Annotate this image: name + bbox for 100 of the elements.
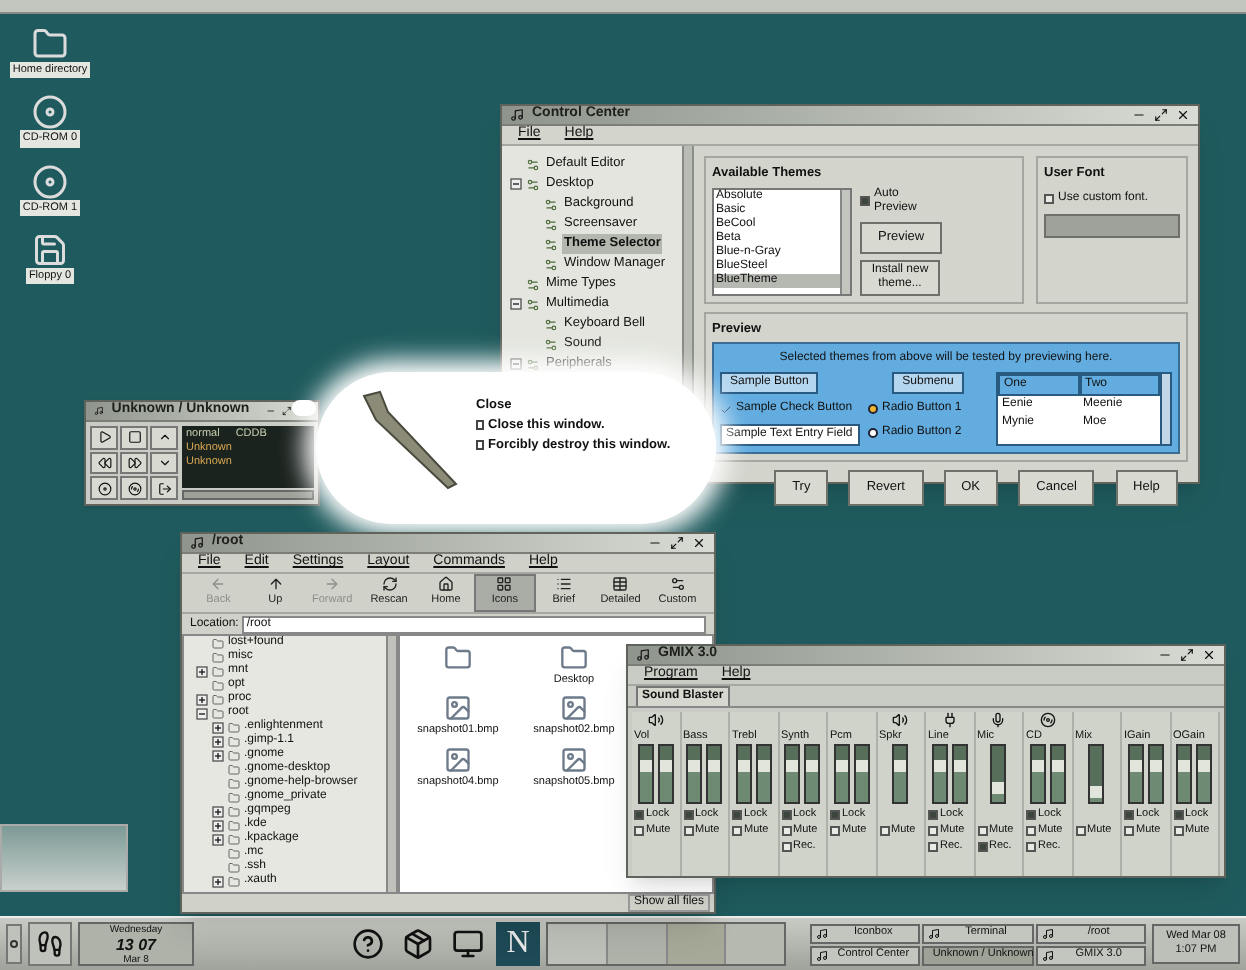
expander-icon[interactable] [196, 693, 208, 705]
checkbox[interactable] [781, 841, 791, 851]
checkbox[interactable] [1026, 825, 1036, 835]
radio-button[interactable] [868, 404, 878, 415]
checkbox[interactable] [1026, 841, 1036, 851]
slider-fill[interactable] [953, 760, 966, 802]
expander-icon[interactable] [510, 178, 522, 190]
slider-fill[interactable] [1129, 760, 1142, 802]
expander-icon[interactable] [196, 665, 208, 677]
expander-icon[interactable] [212, 805, 224, 817]
player-button[interactable] [90, 451, 118, 475]
checkbox[interactable] [1173, 809, 1183, 819]
checkbox[interactable] [977, 841, 987, 851]
slider-fill[interactable] [639, 760, 652, 802]
browser-launcher[interactable]: N [496, 922, 540, 966]
close-icon[interactable] [692, 536, 706, 550]
checkbox[interactable] [830, 825, 840, 835]
slider-fill[interactable] [1198, 760, 1211, 802]
tree-item-icon [526, 177, 540, 191]
minimize-icon[interactable] [1158, 648, 1172, 662]
app-icon [928, 927, 941, 939]
checkbox[interactable] [1173, 825, 1183, 835]
stop-icon [127, 430, 141, 445]
slider-fill[interactable] [835, 760, 848, 802]
expander-icon[interactable] [212, 875, 224, 887]
cdrom-icon [32, 94, 68, 131]
player-button[interactable] [90, 426, 118, 450]
expander-icon[interactable] [510, 298, 522, 310]
minimize-icon[interactable] [648, 536, 662, 550]
checkbox[interactable] [683, 809, 693, 819]
player-button[interactable] [90, 476, 118, 500]
tree-item-icon [544, 197, 558, 211]
slider-fill[interactable] [688, 760, 701, 802]
slider-fill[interactable] [1031, 760, 1044, 802]
checkbox[interactable] [830, 809, 840, 819]
checkbox[interactable] [1026, 809, 1036, 819]
checkbox[interactable] [634, 809, 644, 819]
player-button[interactable] [120, 451, 148, 475]
checkbox[interactable] [928, 825, 938, 835]
player-button[interactable] [150, 476, 178, 500]
slider-fill[interactable] [1178, 760, 1191, 802]
maximize-icon[interactable] [1180, 648, 1194, 662]
checkbox[interactable] [781, 809, 791, 819]
checkbox[interactable] [683, 825, 693, 835]
scrollbar [840, 189, 850, 293]
checkbox[interactable] [928, 809, 938, 819]
expander-icon[interactable] [212, 735, 224, 747]
app-icon [816, 927, 828, 939]
slider-fill[interactable] [992, 782, 1005, 802]
check-mark-icon[interactable] [720, 403, 732, 416]
expander-icon[interactable] [212, 721, 224, 733]
main-menu-button[interactable] [28, 922, 72, 966]
checkbox[interactable] [732, 825, 742, 835]
expander-icon[interactable] [196, 707, 208, 719]
checkbox[interactable] [634, 825, 644, 835]
slider-fill[interactable] [757, 760, 770, 802]
maximize-icon[interactable] [670, 536, 684, 550]
checkbox[interactable] [732, 809, 742, 819]
expander-icon[interactable] [212, 833, 224, 845]
slider-fill[interactable] [855, 760, 868, 802]
checkbox[interactable] [1075, 825, 1085, 835]
slider-fill[interactable] [933, 760, 946, 802]
fast-forward-icon [127, 455, 141, 470]
slider-fill[interactable] [737, 760, 750, 802]
checkbox[interactable] [1124, 825, 1134, 835]
close-icon[interactable] [1202, 648, 1216, 662]
floppy-icon [32, 231, 68, 268]
slider-fill[interactable] [1090, 785, 1103, 802]
player-button[interactable] [120, 476, 148, 500]
checkbox[interactable] [781, 825, 791, 835]
slider-fill[interactable] [1149, 760, 1162, 802]
expander-icon[interactable] [212, 819, 224, 831]
slider-fill[interactable] [806, 760, 819, 802]
rescan-icon [381, 576, 398, 593]
maximize-icon[interactable] [1154, 108, 1168, 122]
help-icon [352, 928, 384, 960]
expander-icon[interactable] [212, 749, 224, 761]
slider-fill[interactable] [1051, 760, 1064, 802]
slider-fill[interactable] [708, 760, 721, 802]
menu-button[interactable] [6, 924, 22, 964]
package-icon [402, 928, 434, 960]
checkbox[interactable] [928, 841, 938, 851]
minimize-icon[interactable] [1132, 108, 1146, 122]
checkbox[interactable] [860, 196, 870, 207]
folder-icon [444, 644, 472, 672]
brief-icon [555, 576, 572, 593]
checkbox[interactable] [977, 825, 987, 835]
slider-fill[interactable] [786, 760, 799, 802]
checkbox[interactable] [1044, 193, 1054, 204]
slider-fill[interactable] [659, 760, 672, 802]
radio-button[interactable] [868, 428, 878, 439]
checkbox[interactable] [1124, 809, 1134, 819]
disc-icon [97, 481, 111, 496]
workspace-thumbnail [607, 924, 665, 964]
close-icon[interactable] [1176, 108, 1190, 122]
slider-fill[interactable] [894, 760, 907, 802]
checkbox[interactable] [879, 825, 889, 835]
maximize-icon[interactable] [282, 404, 293, 418]
tree-item-icon [526, 357, 540, 371]
player-button[interactable] [120, 426, 148, 450]
